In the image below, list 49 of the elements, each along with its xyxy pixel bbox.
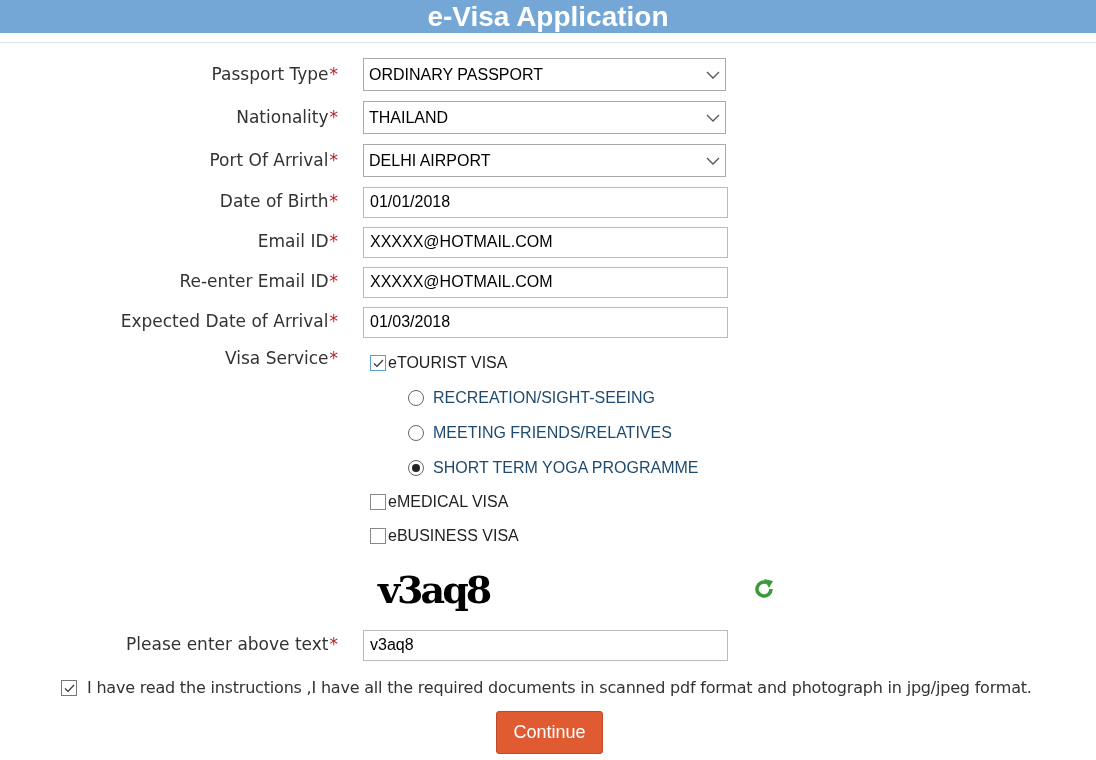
refresh-icon[interactable] <box>752 577 776 601</box>
text-field[interactable]: XXXXX@HOTMAIL.COM <box>363 266 728 298</box>
text-field[interactable]: XXXXX@HOTMAIL.COM <box>363 226 728 258</box>
field-label: Passport Type <box>211 63 329 84</box>
required-mark: * <box>329 271 338 292</box>
chevron-down-icon <box>706 156 720 165</box>
radio-button[interactable] <box>408 389 424 406</box>
field-label: Email ID <box>257 231 329 252</box>
page-title: e-Visa Application <box>427 2 669 31</box>
field-label: Port Of Arrival <box>209 149 329 170</box>
dropdown[interactable]: ORDINARY PASSPORT <box>363 58 726 91</box>
required-mark: * <box>329 149 338 170</box>
radio-button[interactable] <box>408 424 424 441</box>
checkbox[interactable] <box>370 355 386 371</box>
checkbox[interactable] <box>61 680 77 696</box>
field-label: Date of Birth <box>219 191 329 212</box>
visa-option-label: eBUSINESS VISA <box>388 526 519 546</box>
dropdown[interactable]: THAILAND <box>363 101 726 134</box>
field-label: Visa Service <box>225 348 329 368</box>
checkbox[interactable] <box>370 494 386 510</box>
chevron-down-icon <box>706 70 720 79</box>
field-label: Re-enter Email ID <box>179 271 329 292</box>
captcha-image: v3aq8 <box>378 565 491 614</box>
text-field[interactable]: 01/01/2018 <box>363 186 728 218</box>
visa-option-label: eTOURIST VISA <box>388 353 508 373</box>
check-icon <box>63 683 75 693</box>
dropdown[interactable]: DELHI AIRPORT <box>363 144 726 177</box>
checkbox[interactable] <box>370 528 386 544</box>
required-mark: * <box>329 191 338 212</box>
required-mark: * <box>329 634 338 655</box>
purpose-label: MEETING FRIENDS/RELATIVES <box>433 422 672 443</box>
visa-option-label: eMEDICAL VISA <box>388 492 509 512</box>
field-label: Expected Date of Arrival <box>120 311 329 332</box>
field-label: Please enter above text <box>126 634 329 655</box>
required-mark: * <box>329 106 338 127</box>
field-label: Nationality <box>236 106 329 127</box>
purpose-label: SHORT TERM YOGA PROGRAMME <box>433 457 699 478</box>
required-mark: * <box>329 311 338 332</box>
continue-button[interactable]: Continue <box>496 711 603 754</box>
captcha-field[interactable]: v3aq8 <box>363 629 728 661</box>
text-field[interactable]: 01/03/2018 <box>363 306 728 338</box>
check-icon <box>372 358 384 368</box>
agreement-text: I have read the instructions ,I have all the required documents in scanned pdf format and photograph in jpg/jpeg format. <box>87 677 1032 699</box>
required-mark: * <box>329 231 338 252</box>
purpose-label: RECREATION/SIGHT-SEEING <box>433 387 655 408</box>
chevron-down-icon <box>706 113 720 122</box>
required-mark: * <box>329 348 338 368</box>
radio-button[interactable] <box>408 459 424 476</box>
required-mark: * <box>329 63 338 84</box>
